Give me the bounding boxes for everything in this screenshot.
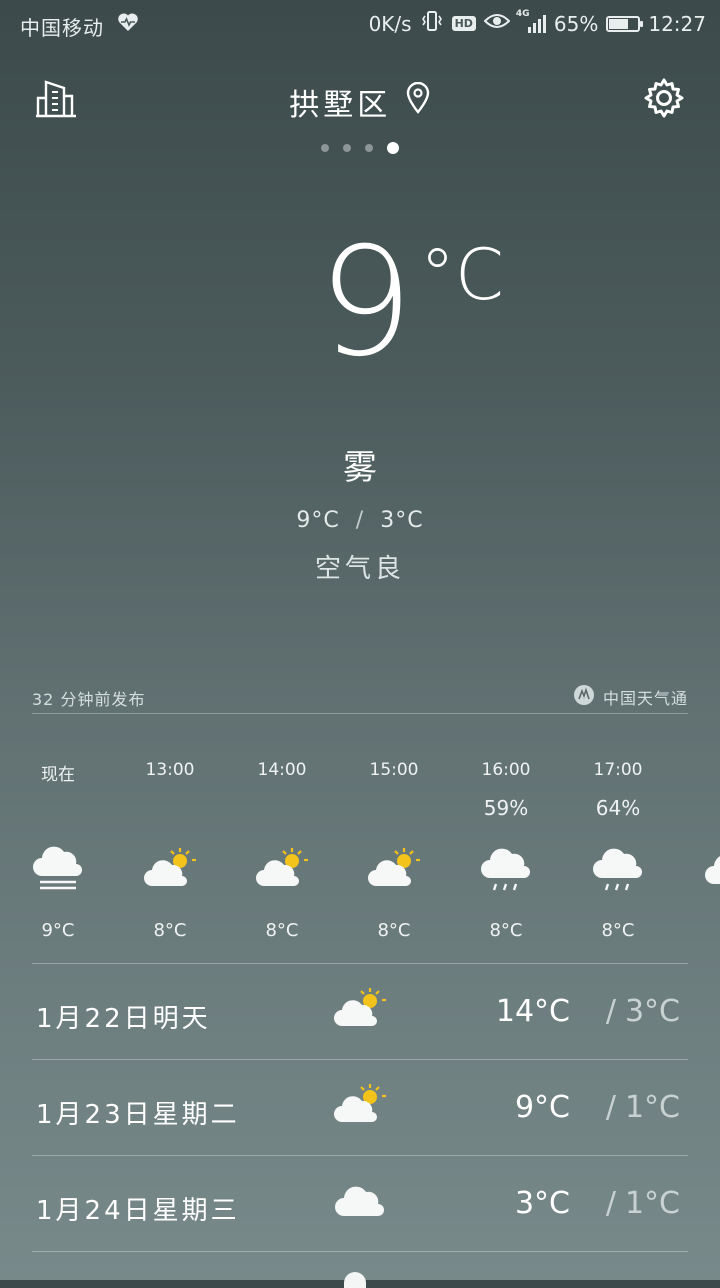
partly-cloudy-icon: [226, 846, 338, 896]
day-high: 3°C: [514, 1186, 570, 1221]
hour-time: 15:00: [369, 760, 419, 780]
net-speed: 0K/s: [368, 11, 412, 36]
rain-icon: [450, 846, 562, 896]
vibrate-icon: [420, 10, 444, 37]
hour-time: 16:00: [481, 760, 531, 780]
hour-temp: 8°C: [377, 920, 411, 941]
hour-time: 18: [674, 760, 720, 784]
hour-temp: 9°C: [41, 920, 75, 941]
next-day-icon-peek: [344, 1272, 366, 1288]
hour-temp: 8: [674, 920, 720, 941]
range-separator: /: [605, 1090, 616, 1125]
published-time: 32 分钟前发布: [32, 690, 146, 709]
hour-temp: 8°C: [601, 920, 635, 941]
hourly-item: 14:00 8°C: [226, 760, 338, 941]
precip-chance: [2, 796, 114, 826]
carrier-name: 中国移动: [20, 16, 104, 40]
location-name: 拱墅区: [289, 88, 392, 123]
day-date: 1月23日星期二: [36, 1100, 240, 1130]
fog-icon: [2, 846, 114, 896]
hourly-item: 13:00 8°C: [114, 760, 226, 941]
divider: [32, 1251, 688, 1252]
range-separator: /: [355, 508, 365, 533]
partly-cloudy-icon: [332, 986, 388, 1034]
day-high: 9°C: [514, 1090, 570, 1125]
data-source: 中国天气通: [573, 684, 688, 710]
clock: 12:27: [648, 11, 706, 36]
precip-chance: 64%: [595, 796, 641, 820]
location-pin-icon: [405, 81, 431, 122]
cloudy-icon: [332, 1178, 388, 1226]
today-high: 9°C: [296, 508, 340, 533]
hour-time: 现在: [41, 765, 75, 785]
precip-chance: [226, 796, 338, 826]
day-low: 1°C: [624, 1186, 680, 1221]
range-separator: /: [605, 1186, 616, 1221]
today-range: 9°C / 3°C: [0, 508, 720, 533]
hour-time: 14:00: [257, 760, 307, 780]
location-title[interactable]: 拱墅区: [0, 80, 720, 124]
weather-source-logo-icon: [573, 684, 595, 710]
daily-row[interactable]: 1月24日星期三 3°C /1°C: [32, 1156, 688, 1252]
partly-cloudy-icon: [338, 846, 450, 896]
current-condition: 雾: [343, 448, 377, 488]
partly-cloudy-icon: [332, 1082, 388, 1130]
hourly-item: 18 8: [674, 760, 720, 941]
day-date: 1月24日星期三: [36, 1196, 240, 1226]
status-bar: 中国移动 0K/s HD 4G 65% 12:27: [0, 0, 720, 50]
page-dot[interactable]: [365, 144, 373, 152]
day-date: 1月22日明天: [36, 1004, 211, 1034]
precip-chance: [338, 796, 450, 826]
cloudy-icon: [674, 846, 720, 896]
current-temperature: 9: [318, 216, 414, 390]
hour-time: 13:00: [145, 760, 195, 780]
hourly-item: 现在 9°C: [2, 760, 114, 941]
partly-cloudy-icon: [114, 846, 226, 896]
day-low: 3°C: [624, 994, 680, 1029]
day-low: 1°C: [624, 1090, 680, 1125]
heart-rate-icon: [116, 10, 140, 38]
rain-icon: [562, 846, 674, 896]
status-icons: 0K/s HD 4G 65% 12:27: [368, 9, 706, 37]
page-dot[interactable]: [321, 144, 329, 152]
source-name: 中国天气通: [602, 689, 688, 708]
hd-voice-icon: HD: [451, 16, 476, 31]
hourly-item: 16:00 59% 8°C: [450, 760, 562, 941]
page-dot[interactable]: [343, 144, 351, 152]
settings-icon[interactable]: [642, 76, 686, 124]
temperature-unit: °C: [420, 234, 504, 316]
battery-icon: [606, 15, 644, 32]
hourly-item: 17:00 64% 8°C: [562, 760, 674, 941]
range-separator: /: [605, 994, 616, 1029]
precip-chance: [674, 796, 720, 826]
hour-time: 17:00: [593, 760, 643, 780]
hour-temp: 8°C: [153, 920, 187, 941]
page-dot[interactable]: [387, 142, 399, 154]
daily-row[interactable]: 1月22日明天 14°C /3°C: [32, 964, 688, 1060]
day-high: 14°C: [495, 994, 570, 1029]
hour-temp: 8°C: [489, 920, 523, 941]
signal-icon: 4G: [516, 9, 546, 33]
divider: [32, 713, 688, 714]
eye-comfort-icon: [483, 11, 511, 36]
hourly-item: 15:00 8°C: [338, 760, 450, 941]
precip-chance: [114, 796, 226, 826]
air-quality[interactable]: 空气良: [0, 548, 720, 585]
hour-temp: 8°C: [265, 920, 299, 941]
network-type: 4G: [515, 8, 530, 19]
battery-percent: 65%: [553, 11, 599, 36]
precip-chance: 59%: [483, 796, 529, 820]
daily-row[interactable]: 1月23日星期二 9°C /1°C: [32, 1060, 688, 1156]
today-low: 3°C: [380, 508, 424, 533]
page-indicator: [0, 142, 720, 154]
